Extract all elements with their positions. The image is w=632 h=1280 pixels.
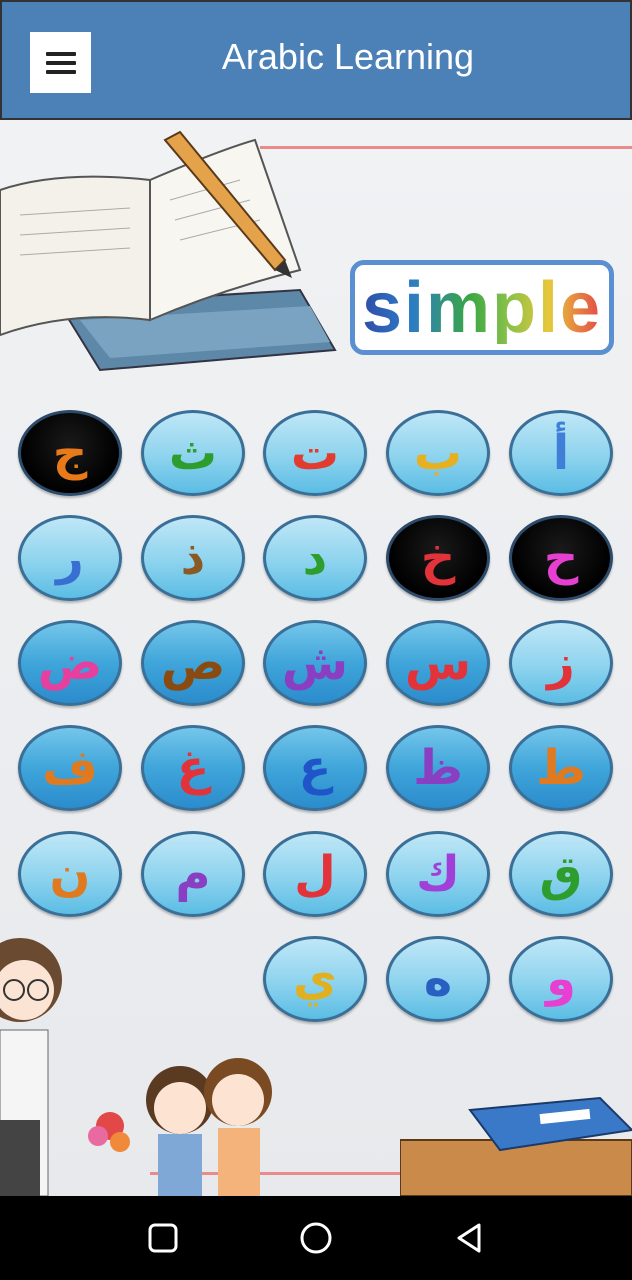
letter-button[interactable]: ت <box>263 410 367 496</box>
letter-button[interactable]: ح <box>509 515 613 601</box>
letter-button[interactable]: ل <box>263 831 367 917</box>
letter-button[interactable]: ر <box>18 515 122 601</box>
app-bar: Arabic Learning <box>0 0 632 120</box>
back-triangle-icon[interactable] <box>449 1218 489 1258</box>
letter-button[interactable]: د <box>263 515 367 601</box>
letter-button[interactable]: و <box>509 936 613 1022</box>
letter-button[interactable]: ق <box>509 831 613 917</box>
letter-button[interactable]: ص <box>141 620 245 706</box>
letter-button[interactable]: ب <box>386 410 490 496</box>
letter-button[interactable]: م <box>141 831 245 917</box>
letter-button[interactable]: أ <box>509 410 613 496</box>
letter-button[interactable]: ج <box>18 410 122 496</box>
simple-text: simple <box>361 267 603 348</box>
hamburger-menu-icon[interactable] <box>30 32 91 93</box>
desk-book-illustration <box>400 1096 632 1196</box>
letter-button[interactable]: ظ <box>386 725 490 811</box>
recents-square-icon[interactable] <box>143 1218 183 1258</box>
letter-button[interactable]: ذ <box>141 515 245 601</box>
letter-button[interactable]: ش <box>263 620 367 706</box>
system-nav-bar <box>0 1196 632 1280</box>
letter-button[interactable]: ف <box>18 725 122 811</box>
letter-button[interactable]: خ <box>386 515 490 601</box>
page-title: Arabic Learning <box>221 36 475 77</box>
letter-button[interactable]: ن <box>18 831 122 917</box>
letter-button[interactable]: ض <box>18 620 122 706</box>
letter-button[interactable]: ز <box>509 620 613 706</box>
simple-badge: simple <box>350 260 614 355</box>
letter-button[interactable]: ع <box>263 725 367 811</box>
letter-button[interactable]: ه <box>386 936 490 1022</box>
letter-button[interactable]: ي <box>263 936 367 1022</box>
children-illustration <box>88 1058 272 1196</box>
letter-button[interactable]: ك <box>386 831 490 917</box>
letter-button[interactable]: غ <box>141 725 245 811</box>
letter-button[interactable]: ط <box>509 725 613 811</box>
letter-button[interactable]: ث <box>141 410 245 496</box>
main-content: simple أبتثج حخدذر زسشصض طظعغف قكلمن وهي <box>0 120 632 1196</box>
home-circle-icon[interactable] <box>296 1218 336 1258</box>
letter-button[interactable]: س <box>386 620 490 706</box>
open-book-illustration <box>0 130 337 372</box>
